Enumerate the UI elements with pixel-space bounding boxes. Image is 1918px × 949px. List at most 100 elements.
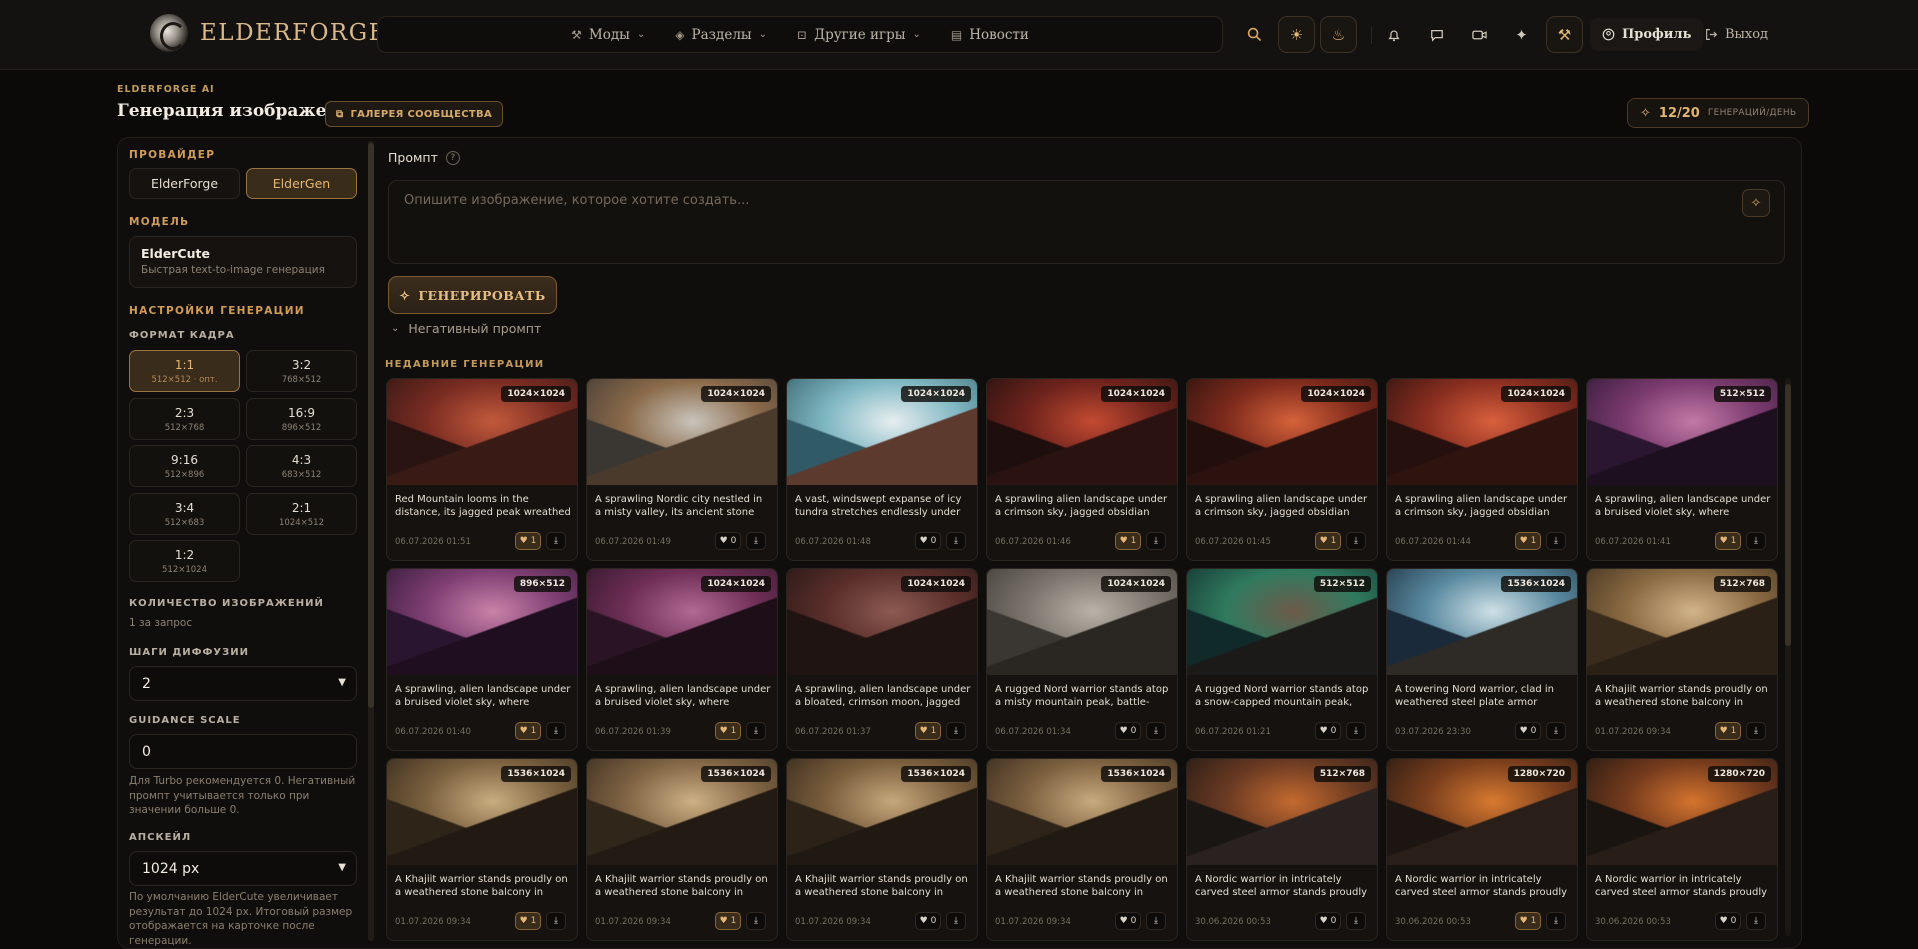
download-button[interactable]: ⤓ xyxy=(746,912,766,930)
like-button[interactable]: ♥ 1 xyxy=(1715,532,1741,550)
search-button[interactable] xyxy=(1236,16,1273,53)
download-button[interactable]: ⤓ xyxy=(1746,912,1766,930)
guidance-input[interactable]: 0 xyxy=(129,734,357,769)
nav-item-mods[interactable]: ⚒ Моды ⌄ xyxy=(571,27,645,43)
download-button[interactable]: ⤓ xyxy=(1746,722,1766,740)
upscale-select[interactable]: 1024 px ▼ xyxy=(129,851,357,886)
format-option-4-3[interactable]: 4:3 683×512 xyxy=(246,445,357,487)
format-option-16-9[interactable]: 16:9 896×512 xyxy=(246,398,357,440)
generation-card[interactable]: 1024×1024 Red Mountain looms in the dista… xyxy=(386,378,578,561)
profile-button[interactable]: Профиль xyxy=(1590,18,1704,51)
download-button[interactable]: ⤓ xyxy=(1346,722,1366,740)
generation-card[interactable]: 1536×1024 A Khajiit warrior stands proudl… xyxy=(586,758,778,941)
like-button[interactable]: ♥ 1 xyxy=(715,912,741,930)
scrollbar-thumb[interactable] xyxy=(1785,384,1791,646)
like-button[interactable]: ♥ 0 xyxy=(915,912,941,930)
video-button[interactable] xyxy=(1461,16,1498,53)
generation-card[interactable]: 1536×1024 A Khajiit warrior stands proudl… xyxy=(986,758,1178,941)
generation-card[interactable]: 1024×1024 A vast, windswept expanse of ic… xyxy=(786,378,978,561)
download-button[interactable]: ⤓ xyxy=(1346,912,1366,930)
generation-card[interactable]: 1536×1024 A towering Nord warrior, clad i… xyxy=(1386,568,1578,751)
like-button[interactable]: ♥ 1 xyxy=(915,722,941,740)
like-button[interactable]: ♥ 0 xyxy=(1115,912,1141,930)
help-icon[interactable]: ? xyxy=(445,150,460,165)
scrollbar-thumb[interactable] xyxy=(368,143,374,708)
tools-button[interactable]: ⚒ xyxy=(1546,16,1583,53)
download-button[interactable]: ⤓ xyxy=(1546,722,1566,740)
notifications-button[interactable] xyxy=(1375,16,1412,53)
download-button[interactable]: ⤓ xyxy=(546,912,566,930)
generate-button[interactable]: ✧ ГЕНЕРИРОВАТЬ xyxy=(388,276,557,314)
generation-card[interactable]: 1024×1024 A sprawling alien landscape und… xyxy=(1386,378,1578,561)
fire-button[interactable]: ♨ xyxy=(1320,16,1357,53)
download-button[interactable]: ⤓ xyxy=(746,722,766,740)
generation-card[interactable]: 1280×720 A Nordic warrior in intricately … xyxy=(1586,758,1778,941)
download-button[interactable]: ⤓ xyxy=(1546,532,1566,550)
enhance-prompt-button[interactable]: ✧ xyxy=(1742,189,1770,217)
download-button[interactable]: ⤓ xyxy=(1146,532,1166,550)
generation-card[interactable]: 1024×1024 A rugged Nord warrior stands at… xyxy=(986,568,1178,751)
format-option-3-4[interactable]: 3:4 512×683 xyxy=(129,493,240,535)
format-option-2-3[interactable]: 2:3 512×768 xyxy=(129,398,240,440)
download-button[interactable]: ⤓ xyxy=(946,722,966,740)
download-button[interactable]: ⤓ xyxy=(946,912,966,930)
model-selector[interactable]: ElderCute Быстрая text-to-image генераци… xyxy=(129,236,357,288)
like-button[interactable]: ♥ 1 xyxy=(515,722,541,740)
download-button[interactable]: ⤓ xyxy=(546,532,566,550)
download-button[interactable]: ⤓ xyxy=(1546,912,1566,930)
like-button[interactable]: ♥ 0 xyxy=(1715,912,1741,930)
generation-card[interactable]: 1536×1024 A Khajiit warrior stands proudl… xyxy=(786,758,978,941)
like-button[interactable]: ♥ 1 xyxy=(715,722,741,740)
format-option-1-2[interactable]: 1:2 512×1024 xyxy=(129,540,240,582)
nav-item-other-games[interactable]: ⊡ Другие игры ⌄ xyxy=(797,27,921,43)
logout-button[interactable]: Выход xyxy=(1705,18,1768,51)
like-button[interactable]: ♥ 0 xyxy=(715,532,741,550)
generation-card[interactable]: 1024×1024 A sprawling alien landscape und… xyxy=(986,378,1178,561)
generation-card[interactable]: 1536×1024 A Khajiit warrior stands proudl… xyxy=(386,758,578,941)
format-option-3-2[interactable]: 3:2 768×512 xyxy=(246,350,357,392)
generation-card[interactable]: 1024×1024 A sprawling, alien landscape un… xyxy=(586,568,778,751)
generation-card[interactable]: 1024×1024 A sprawling alien landscape und… xyxy=(1186,378,1378,561)
theme-toggle-button[interactable]: ☀ xyxy=(1278,16,1315,53)
download-button[interactable]: ⤓ xyxy=(1146,912,1166,930)
download-button[interactable]: ⤓ xyxy=(1746,532,1766,550)
generation-card[interactable]: 1280×720 A Nordic warrior in intricately … xyxy=(1386,758,1578,941)
like-button[interactable]: ♥ 0 xyxy=(1315,912,1341,930)
download-button[interactable]: ⤓ xyxy=(546,722,566,740)
like-button[interactable]: ♥ 1 xyxy=(1315,532,1341,550)
format-option-1-1[interactable]: 1:1 512×512 · опт. xyxy=(129,350,240,392)
negative-prompt-toggle[interactable]: ⌄ Негативный промпт xyxy=(391,321,541,336)
generation-card[interactable]: 512×768 A Khajiit warrior stands proudly … xyxy=(1586,568,1778,751)
messages-button[interactable] xyxy=(1418,16,1455,53)
download-button[interactable]: ⤓ xyxy=(946,532,966,550)
like-button[interactable]: ♥ 0 xyxy=(1115,722,1141,740)
generation-card[interactable]: 512×512 A rugged Nord warrior stands atop… xyxy=(1186,568,1378,751)
prompt-input[interactable]: Опишите изображение, которое хотите созд… xyxy=(388,180,1785,264)
like-button[interactable]: ♥ 1 xyxy=(1515,912,1541,930)
provider-elderforge-button[interactable]: ElderForge xyxy=(129,168,240,199)
provider-eldergen-button[interactable]: ElderGen xyxy=(246,168,357,199)
generation-card[interactable]: 1024×1024 A sprawling, alien landscape un… xyxy=(786,568,978,751)
like-button[interactable]: ♥ 1 xyxy=(1715,722,1741,740)
like-button[interactable]: ♥ 0 xyxy=(1515,722,1541,740)
format-option-2-1[interactable]: 2:1 1024×512 xyxy=(246,493,357,535)
download-button[interactable]: ⤓ xyxy=(1146,722,1166,740)
nav-item-sections[interactable]: ◈ Разделы ⌄ xyxy=(675,27,767,43)
gallery-scrollbar[interactable] xyxy=(1785,378,1791,936)
generation-card[interactable]: 512×512 A sprawling, alien landscape unde… xyxy=(1586,378,1778,561)
generation-card[interactable]: 1024×1024 A sprawling Nordic city nestled… xyxy=(586,378,778,561)
generation-card[interactable]: 512×768 A Nordic warrior in intricately c… xyxy=(1186,758,1378,941)
sidebar-scrollbar[interactable] xyxy=(368,141,374,941)
community-gallery-button[interactable]: ⧉ ГАЛЕРЕЯ СООБЩЕСТВА xyxy=(325,101,504,127)
logo[interactable]: ELDERFORGE xyxy=(150,14,387,52)
format-option-9-16[interactable]: 9:16 512×896 xyxy=(129,445,240,487)
like-button[interactable]: ♥ 1 xyxy=(1115,532,1141,550)
like-button[interactable]: ♥ 1 xyxy=(515,532,541,550)
download-button[interactable]: ⤓ xyxy=(746,532,766,550)
like-button[interactable]: ♥ 0 xyxy=(915,532,941,550)
ai-button[interactable]: ✦ xyxy=(1503,16,1540,53)
steps-select[interactable]: 2 ▼ xyxy=(129,666,357,701)
like-button[interactable]: ♥ 0 xyxy=(1315,722,1341,740)
nav-item-news[interactable]: ▤ Новости xyxy=(951,27,1029,43)
like-button[interactable]: ♥ 1 xyxy=(515,912,541,930)
